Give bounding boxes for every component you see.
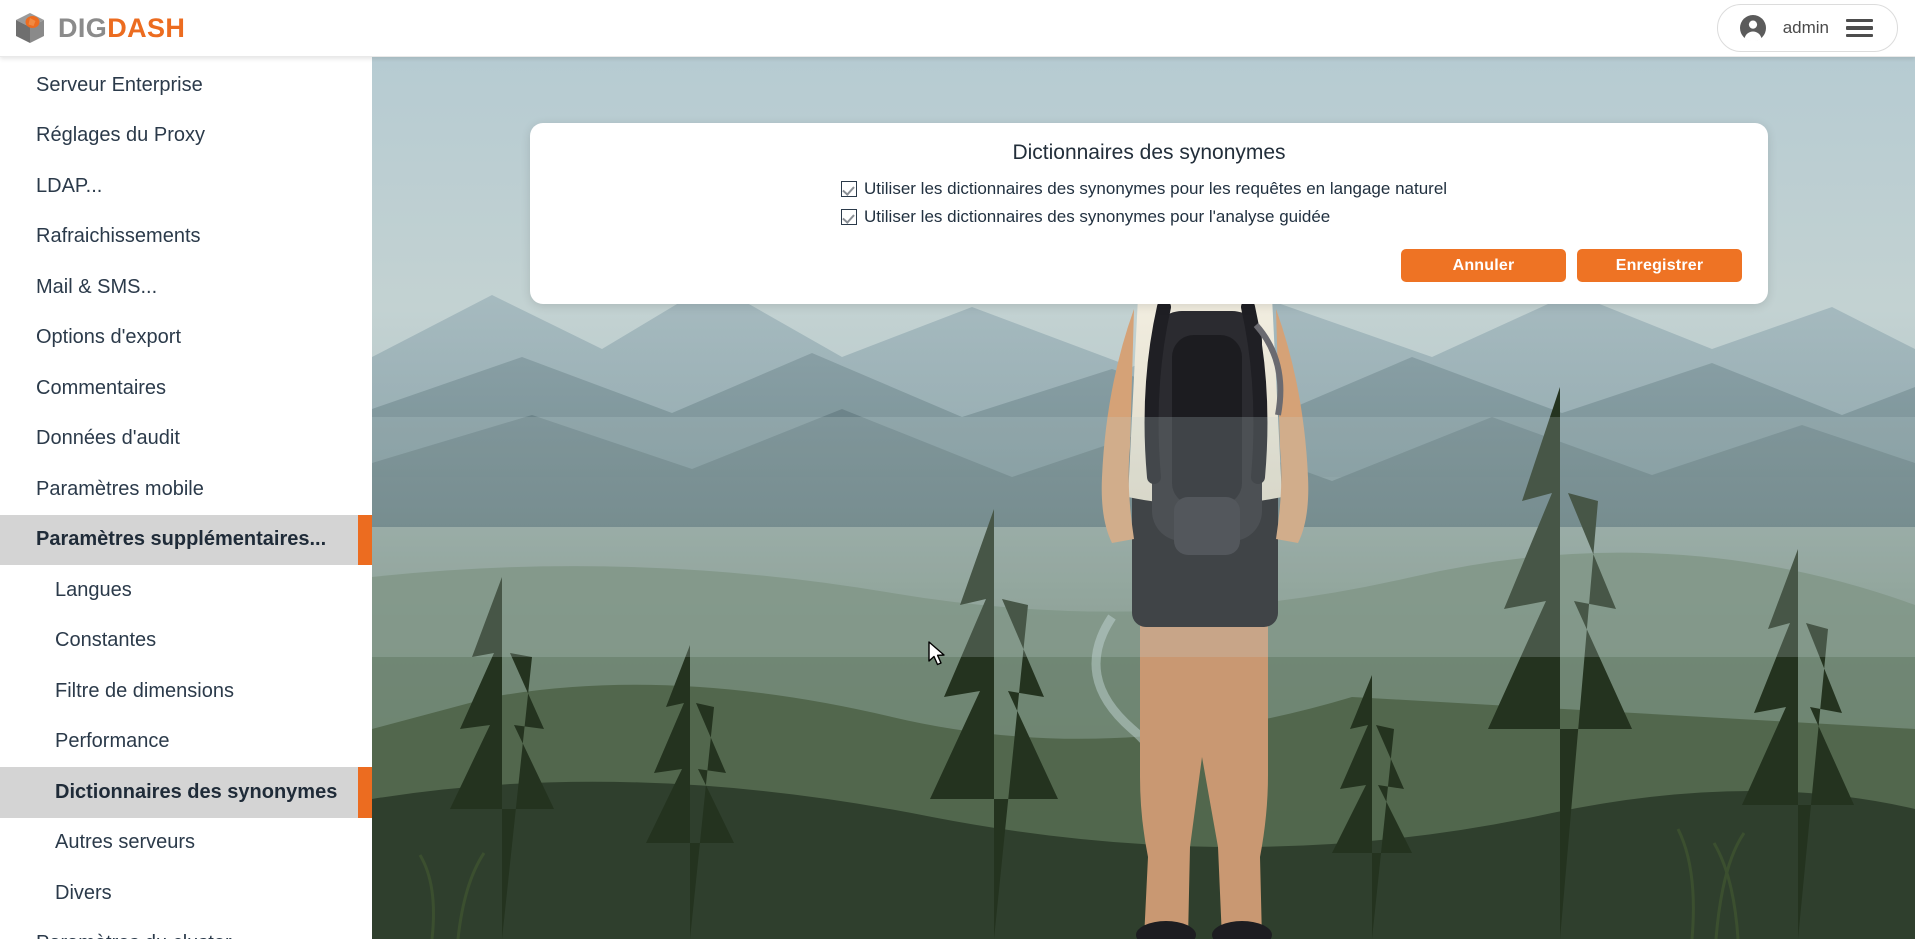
settings-sidebar[interactable]: Serveur Enterprise Réglages du Proxy LDAP.… (0, 57, 372, 939)
save-button[interactable]: Enregistrer (1577, 249, 1742, 282)
sidebar-item-label: Rafraichissements (36, 225, 201, 248)
sidebar-item-serveur-enterprise[interactable]: Serveur Enterprise (0, 60, 372, 111)
sidebar-item-divers[interactable]: Divers (0, 868, 372, 919)
sidebar-item-label: Commentaires (36, 376, 167, 399)
sidebar-item-dictionnaires-des-synonymes[interactable]: Dictionnaires des synonymes (0, 767, 372, 818)
sidebar-nav-list: Serveur Enterprise Réglages du Proxy LDAP.… (0, 57, 372, 939)
sidebar-item-label: Réglages du Proxy (36, 124, 205, 147)
checkbox-icon[interactable] (841, 181, 857, 197)
sidebar-item-param-tres-du-cluster[interactable]: Paramètres du cluster (0, 919, 372, 939)
sidebar-item-autres-serveurs[interactable]: Autres serveurs (0, 818, 372, 869)
sidebar-item-langues[interactable]: Langues (0, 565, 372, 616)
checkbox-icon[interactable] (841, 209, 857, 225)
sidebar-item-param-tres-mobile[interactable]: Paramètres mobile (0, 464, 372, 515)
option-label: Utiliser les dictionnaires des synonymes… (864, 207, 1331, 226)
brand-wordmark: DIGDASH (58, 12, 186, 43)
sidebar-item-label: Dictionnaires des synonymes (55, 780, 338, 803)
sidebar-item-label: Filtre de dimensions (55, 679, 234, 702)
sidebar-item-label: LDAP... (36, 174, 103, 197)
sidebar-item-donn-es-d-audit[interactable]: Données d'audit (0, 414, 372, 465)
cancel-button[interactable]: Annuler (1401, 249, 1566, 282)
application-window: DIGDASH admin Serveur Enterprise Réglages… (0, 0, 1915, 939)
sidebar-item-options-d-export[interactable]: Options d'export (0, 313, 372, 364)
sidebar-item-performance[interactable]: Performance (0, 717, 372, 768)
sidebar-item-commentaires[interactable]: Commentaires (0, 363, 372, 414)
sidebar-item-label: Paramètres supplémentaires... (36, 528, 327, 551)
cube-icon (16, 13, 44, 43)
username-label: admin (1782, 18, 1829, 37)
hamburger-menu-icon[interactable] (1846, 18, 1873, 38)
sidebar-item-label: Langues (55, 578, 132, 601)
options-list: Utiliser les dictionnaires des synonymes… (556, 179, 1742, 227)
synonym-dictionaries-panel: Dictionnaires des synonymes Utiliser les… (530, 123, 1768, 304)
sidebar-item-label: Autres serveurs (55, 831, 196, 854)
sidebar-item-param-tres-suppl-mentaires[interactable]: Paramètres supplémentaires... (0, 514, 372, 565)
hamburger-bar-1 (1846, 18, 1873, 22)
sidebar-item-label: Mail & SMS... (36, 275, 158, 298)
brand-text-dash: DASH (107, 12, 186, 43)
hamburger-bar-3 (1846, 34, 1873, 38)
sidebar-item-label: Paramètres mobile (36, 477, 204, 500)
account-circle-icon (1739, 15, 1766, 41)
hamburger-bar-2 (1846, 26, 1873, 30)
sidebar-item-label: Paramètres du cluster (36, 932, 232, 939)
top-header-bar: DIGDASH admin (0, 0, 1915, 57)
main-content-area: Dictionnaires des synonymes Utiliser les… (372, 57, 1915, 939)
option-row-2[interactable]: Utiliser les dictionnaires des synonymes… (841, 207, 1742, 227)
sidebar-item-label: Constantes (55, 629, 157, 652)
sidebar-item-label: Performance (55, 730, 170, 753)
digdash-logo[interactable]: DIGDASH (13, 11, 185, 45)
user-menu-pill[interactable]: admin (1716, 4, 1898, 52)
sidebar-item-r-glages-du-proxy[interactable]: Réglages du Proxy (0, 111, 372, 162)
option-label: Utiliser les dictionnaires des synonymes… (864, 179, 1448, 198)
panel-title: Dictionnaires des synonymes (1012, 141, 1286, 164)
sidebar-item-constantes[interactable]: Constantes (0, 616, 372, 667)
sidebar-item-label: Divers (55, 881, 112, 904)
sidebar-item-label: Données d'audit (36, 427, 180, 450)
sidebar-item-ldap[interactable]: LDAP... (0, 161, 372, 212)
sidebar-item-filtre-de-dimensions[interactable]: Filtre de dimensions (0, 666, 372, 717)
sidebar-item-rafraichissements[interactable]: Rafraichissements (0, 212, 372, 263)
brand-text-dig: DIG (58, 12, 108, 43)
sidebar-item-label: Serveur Enterprise (36, 73, 203, 96)
panel-action-buttons: Annuler Enregistrer (556, 249, 1742, 282)
sidebar-item-mail-sms[interactable]: Mail & SMS... (0, 262, 372, 313)
option-row-1[interactable]: Utiliser les dictionnaires des synonymes… (841, 179, 1742, 199)
sidebar-item-label: Options d'export (36, 326, 182, 349)
